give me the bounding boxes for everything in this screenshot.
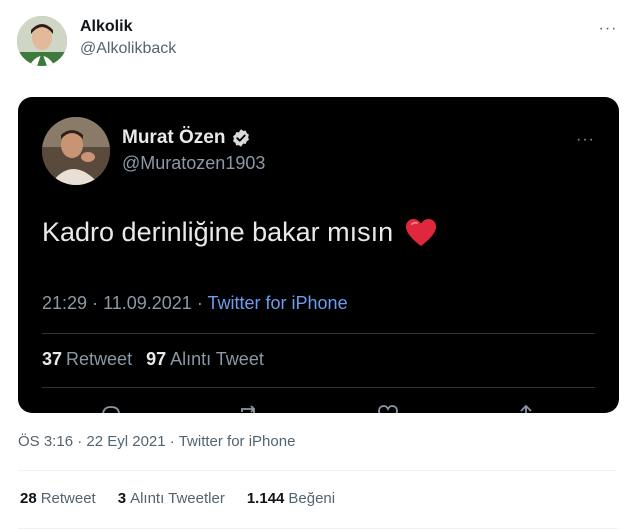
tweet-date[interactable]: 22 Eyl 2021 — [86, 433, 165, 450]
separator-dot: · — [92, 293, 104, 313]
retweet-count: 28 — [20, 490, 37, 507]
embedded-divider — [42, 387, 595, 388]
tweet-time[interactable]: ÖS 3:16 — [18, 433, 73, 450]
embedded-tweet-screenshot[interactable]: Murat Özen @Muratozen1903 ··· Kadro deri… — [18, 97, 619, 413]
avatar-photo-icon — [17, 16, 67, 66]
more-options-icon[interactable]: ··· — [596, 20, 620, 38]
tweet-detail: Alkolik @Alkolikback ··· Murat Özen @Mur… — [0, 0, 635, 529]
embedded-quote-label: Alıntı Tweet — [170, 349, 264, 369]
separator-dot: · — [77, 433, 87, 450]
author-display-name[interactable]: Alkolik — [80, 18, 132, 36]
embedded-date: 11.09.2021 — [103, 293, 192, 313]
like-icon — [376, 403, 400, 413]
quote-count: 3 — [117, 490, 127, 507]
tweet-timestamp: ÖS 3:16 · 22 Eyl 2021 · Twitter for iPho… — [18, 433, 295, 450]
embedded-retweet-label: Retweet — [66, 349, 133, 369]
embedded-action-bar — [42, 403, 595, 413]
embedded-quote-count: 97 — [146, 349, 167, 369]
embedded-tweet-text: Kadro derinliğine bakar mısın — [42, 217, 437, 248]
like-label: Beğeni — [288, 490, 336, 507]
embedded-handle: @Muratozen1903 — [122, 153, 266, 173]
embedded-tweet-body: Kadro derinliğine bakar mısın — [42, 217, 394, 247]
like-stat[interactable]: 1.144 Beğeni — [247, 490, 335, 507]
embedded-retweet-stat: 37 Retweet — [42, 349, 132, 370]
retweet-stat[interactable]: 28 Retweet — [20, 490, 96, 507]
embedded-time: 21:29 — [42, 293, 88, 313]
tweet-source[interactable]: Twitter for iPhone — [179, 433, 296, 450]
like-count: 1.144 — [246, 490, 285, 507]
embedded-retweet-count: 37 — [42, 349, 63, 369]
retweet-label: Retweet — [40, 490, 96, 507]
reply-icon — [99, 403, 123, 413]
share-icon — [514, 403, 538, 413]
embedded-timestamp: 21:29 · 11.09.2021 · Twitter for iPhone — [42, 293, 348, 314]
embedded-divider — [42, 333, 595, 334]
embedded-display-name: Murat Özen — [122, 127, 251, 149]
embedded-author-avatar — [42, 117, 110, 185]
embedded-more-icon: ··· — [576, 131, 595, 148]
separator-dot: · — [196, 293, 208, 313]
tweet-stats: 28 Retweet 3 Alıntı Tweetler 1.144 Beğeni — [20, 490, 335, 507]
divider — [18, 470, 617, 471]
verified-badge-icon — [233, 129, 250, 147]
embedded-stats: 37 Retweet 97 Alıntı Tweet — [42, 349, 264, 370]
embedded-source: Twitter for iPhone — [207, 293, 348, 313]
red-heart-emoji-icon — [406, 218, 437, 246]
author-avatar[interactable] — [17, 16, 67, 66]
embedded-quote-stat: 97 Alıntı Tweet — [146, 349, 264, 370]
embedded-display-name-label: Murat Özen — [122, 127, 226, 148]
quote-label: Alıntı Tweetler — [130, 490, 225, 507]
separator-dot: · — [169, 433, 179, 450]
avatar-photo-icon — [42, 117, 110, 185]
author-handle[interactable]: @Alkolikback — [80, 40, 176, 58]
quote-stat[interactable]: 3 Alıntı Tweetler — [118, 490, 225, 507]
retweet-icon — [237, 403, 261, 413]
